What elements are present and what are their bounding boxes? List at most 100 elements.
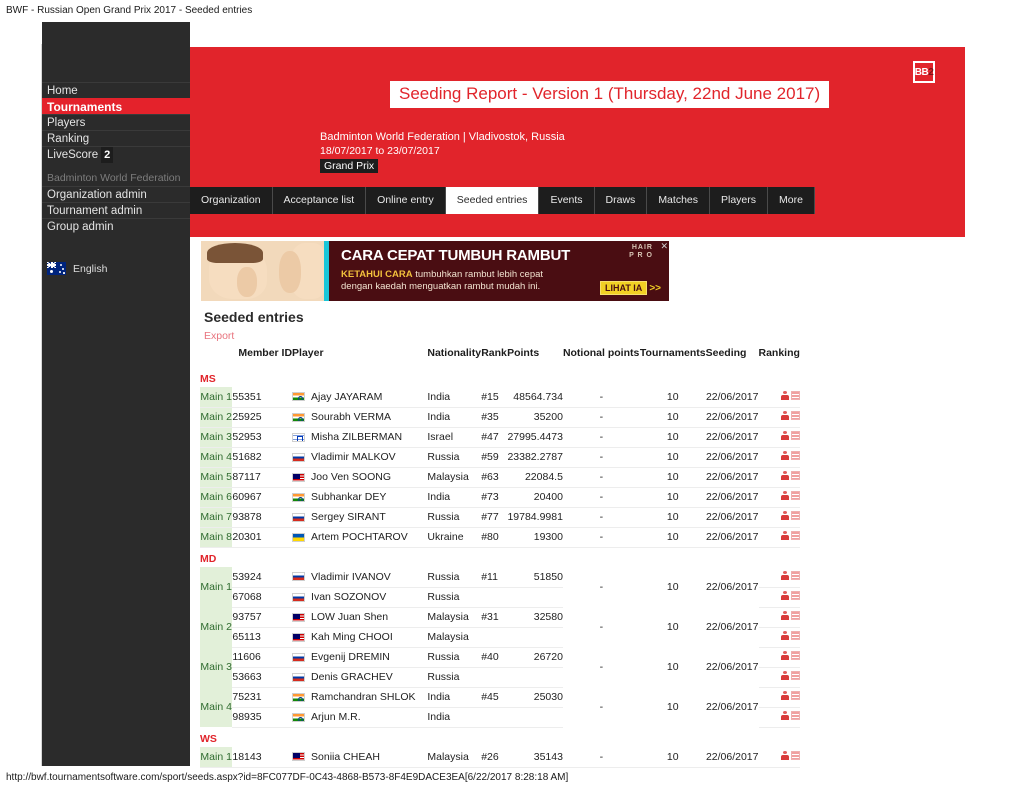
- table-row[interactable]: Main 3 11606 Evgenij DREMIN Russia #40 26720 -…: [200, 647, 800, 687]
- list-icon[interactable]: [791, 411, 800, 420]
- rank: #11: [481, 570, 498, 583]
- tab-organization[interactable]: Organization: [190, 187, 273, 214]
- tab-acceptance-list[interactable]: Acceptance list: [272, 187, 367, 214]
- list-icon[interactable]: [791, 531, 800, 540]
- list-icon[interactable]: [791, 651, 800, 660]
- table-row[interactable]: Main 2 93757 LOW Juan Shen Malaysia #31 32580…: [200, 607, 800, 647]
- list-icon[interactable]: [791, 511, 800, 520]
- person-icon[interactable]: [781, 570, 789, 580]
- person-icon[interactable]: [781, 691, 789, 700]
- person-icon[interactable]: [781, 750, 789, 760]
- row-actions[interactable]: [781, 691, 800, 700]
- sidebar-item-group-admin[interactable]: Group admin: [42, 218, 190, 234]
- nationality: Russia: [427, 667, 482, 688]
- person-icon[interactable]: [781, 390, 789, 400]
- row-actions-cell: [759, 607, 800, 627]
- table-row[interactable]: Main 1 18143 Soniia CHEAH Malaysia #26 35143 -…: [200, 747, 800, 767]
- person-icon[interactable]: [781, 411, 789, 420]
- sidebar-item-organization-admin[interactable]: Organization admin: [42, 186, 190, 202]
- row-actions[interactable]: [781, 711, 800, 720]
- list-icon[interactable]: [791, 570, 800, 580]
- person-icon[interactable]: [781, 491, 789, 500]
- list-icon[interactable]: [791, 451, 800, 460]
- sidebar-item-players[interactable]: Players: [42, 114, 190, 130]
- table-row[interactable]: Main 5 87117 Joo Ven SOONG Malaysia #63 22084…: [200, 467, 800, 487]
- person-icon[interactable]: [781, 431, 789, 440]
- tab-matches[interactable]: Matches: [647, 187, 710, 214]
- tab-more[interactable]: More: [768, 187, 815, 214]
- tab-players[interactable]: Players: [710, 187, 769, 214]
- tab-draws[interactable]: Draws: [594, 187, 648, 214]
- row-actions[interactable]: [781, 750, 800, 760]
- ad-close-icon[interactable]: ✕: [660, 241, 668, 252]
- person-icon[interactable]: [781, 651, 789, 660]
- list-icon[interactable]: [791, 390, 800, 400]
- member-id: 53663: [232, 667, 293, 688]
- list-icon[interactable]: [791, 471, 800, 480]
- row-actions[interactable]: [781, 451, 800, 460]
- row-actions[interactable]: [781, 471, 800, 480]
- sidebar-group-title: Badminton World Federation: [47, 172, 181, 184]
- bwf-logo-placeholder-icon[interactable]: BB 2: [913, 61, 935, 83]
- person-icon[interactable]: [781, 451, 789, 460]
- row-actions[interactable]: [781, 671, 800, 680]
- person-icon[interactable]: [781, 671, 789, 680]
- advertisement-banner[interactable]: CARA CEPAT TUMBUH RAMBUT KETAHUI CARA tu…: [201, 241, 669, 301]
- table-row[interactable]: Main 4 75231 Ramchandran SHLOK India #45 2503…: [200, 687, 800, 727]
- list-icon[interactable]: [791, 691, 800, 700]
- table-row[interactable]: Main 6 60967 Subhankar DEY India #73 20400 - 10…: [200, 487, 800, 507]
- language-selector[interactable]: English: [47, 262, 107, 275]
- tab-online-entry[interactable]: Online entry: [366, 187, 446, 214]
- person-icon[interactable]: [781, 531, 789, 540]
- list-icon[interactable]: [791, 611, 800, 620]
- sidebar-item-tournaments[interactable]: Tournaments: [42, 98, 190, 114]
- row-actions[interactable]: [781, 491, 800, 500]
- person-icon[interactable]: [781, 511, 789, 520]
- person-icon[interactable]: [781, 631, 789, 640]
- table-row[interactable]: Main 1 53924 Vladimir IVANOV Russia #11 51850…: [200, 567, 800, 607]
- row-actions[interactable]: [781, 570, 800, 580]
- person-icon[interactable]: [781, 471, 789, 480]
- list-icon[interactable]: [791, 750, 800, 760]
- list-icon[interactable]: [791, 431, 800, 440]
- rank: #35: [481, 411, 499, 423]
- sidebar-item-home[interactable]: Home: [42, 82, 190, 98]
- person-icon[interactable]: [781, 591, 789, 600]
- row-actions[interactable]: [781, 431, 800, 440]
- row-actions[interactable]: [781, 511, 800, 520]
- player-name: LOW Juan Shen: [292, 607, 427, 627]
- table-row[interactable]: Main 3 52953 Misha ZILBERMAN Israel #47 27995…: [200, 427, 800, 447]
- export-link[interactable]: Export: [204, 330, 234, 342]
- sidebar-item-tournament-admin[interactable]: Tournament admin: [42, 202, 190, 218]
- row-actions[interactable]: [781, 651, 800, 660]
- row-actions-cell: [758, 707, 800, 728]
- row-actions[interactable]: [781, 611, 800, 620]
- table-row[interactable]: Main 1 55351 Ajay JAYARAM India #15 48564.734…: [200, 387, 800, 407]
- table-row[interactable]: Main 7 93878 Sergey SIRANT Russia #77 19784.9…: [200, 507, 800, 527]
- list-icon[interactable]: [791, 491, 800, 500]
- australia-flag-icon: [47, 262, 66, 275]
- ad-cta-button[interactable]: LIHAT IA >>: [599, 281, 661, 295]
- table-row[interactable]: Main 2 25925 Sourabh VERMA India #35 35200 - 10…: [200, 407, 800, 427]
- list-icon[interactable]: [791, 591, 800, 600]
- sidebar-item-livescore[interactable]: LiveScore 2: [42, 146, 190, 163]
- row-actions[interactable]: [781, 390, 800, 400]
- sidebar-item-ranking[interactable]: Ranking: [42, 130, 190, 146]
- seeding-date: 22/06/2017: [705, 581, 759, 593]
- person-icon[interactable]: [781, 711, 789, 720]
- row-actions[interactable]: [781, 531, 800, 540]
- tournament-dates: 18/07/2017 to 23/07/2017: [320, 145, 440, 157]
- list-icon[interactable]: [791, 671, 800, 680]
- person-icon[interactable]: [781, 611, 789, 620]
- points: 35200: [533, 411, 563, 423]
- tab-seeded-entries[interactable]: Seeded entries: [445, 187, 540, 214]
- row-actions[interactable]: [781, 411, 800, 420]
- tab-events[interactable]: Events: [539, 187, 595, 214]
- row-actions[interactable]: [781, 631, 800, 640]
- rank: #40: [481, 651, 499, 663]
- table-row[interactable]: Main 4 51682 Vladimir MALKOV Russia #59 23382…: [200, 447, 800, 467]
- row-actions[interactable]: [781, 591, 800, 600]
- table-row[interactable]: Main 8 20301 Artem POCHTAROV Ukraine #80 1930…: [200, 527, 800, 547]
- list-icon[interactable]: [791, 711, 800, 720]
- list-icon[interactable]: [791, 631, 800, 640]
